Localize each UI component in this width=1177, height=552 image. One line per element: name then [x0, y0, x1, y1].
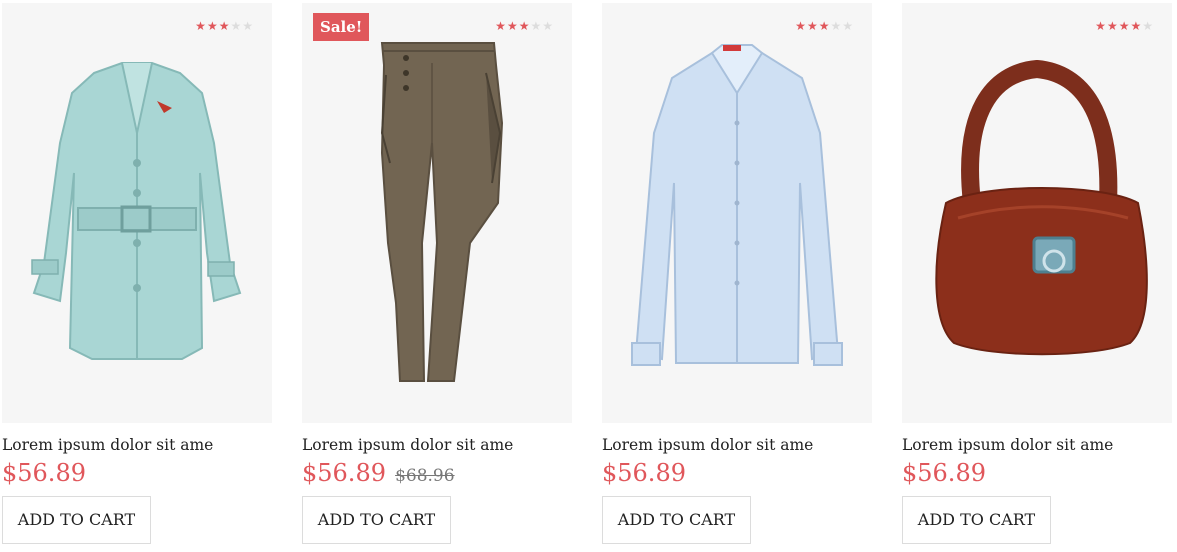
star-filled-icon: ★	[1106, 19, 1119, 33]
add-to-cart-button[interactable]: ADD TO CART	[602, 496, 751, 544]
product-card: Sale! ★★★★★ Lorem ipsum dolor sit ame $5…	[302, 3, 572, 544]
product-grid: ★★★★★ Lorem ipsum dolor sit ame $56.89 A…	[0, 0, 1177, 552]
price-row: $56.89 $68.96	[302, 458, 572, 491]
star-empty-icon: ★	[530, 19, 543, 33]
product-image-link[interactable]: ★★★★★	[2, 3, 272, 423]
product-image-link[interactable]: ★★★★★	[602, 3, 872, 423]
star-filled-icon: ★	[195, 19, 207, 33]
price-row: $56.89	[2, 458, 272, 491]
add-to-cart-button[interactable]: ADD TO CART	[302, 496, 451, 544]
star-filled-icon: ★	[1130, 19, 1143, 33]
star-filled-icon: ★	[806, 19, 819, 33]
star-empty-icon: ★	[830, 19, 843, 33]
product-title[interactable]: Lorem ipsum dolor sit ame	[302, 435, 572, 455]
product-price: $56.89	[602, 459, 686, 487]
product-title[interactable]: Lorem ipsum dolor sit ame	[902, 435, 1172, 455]
star-filled-icon: ★	[518, 19, 531, 33]
product-price: $56.89	[902, 459, 986, 487]
add-to-cart-button[interactable]: ADD TO CART	[2, 496, 151, 544]
star-filled-icon: ★	[495, 19, 507, 33]
handbag-image	[935, 59, 1148, 356]
product-title[interactable]: Lorem ipsum dolor sit ame	[602, 435, 872, 455]
rating-stars: ★★★★★	[195, 18, 254, 34]
star-empty-icon: ★	[542, 19, 554, 33]
star-filled-icon: ★	[506, 19, 519, 33]
add-to-cart-button[interactable]: ADD TO CART	[902, 496, 1051, 544]
star-filled-icon: ★	[1118, 19, 1131, 33]
product-title[interactable]: Lorem ipsum dolor sit ame	[2, 435, 272, 455]
price-row: $56.89	[902, 458, 1172, 491]
star-filled-icon: ★	[206, 19, 219, 33]
price-row: $56.89	[602, 458, 872, 491]
product-card: ★★★★★ Lorem ipsum dolor sit ame $56.89 A…	[602, 3, 872, 544]
product-image-link[interactable]: Sale! ★★★★★	[302, 3, 572, 423]
rating-stars: ★★★★★	[795, 18, 854, 34]
rating-stars: ★★★★★	[495, 18, 554, 34]
shirt-image	[631, 44, 843, 366]
product-image-link[interactable]: ★★★★★	[902, 3, 1172, 423]
star-empty-icon: ★	[1142, 19, 1154, 33]
rating-stars: ★★★★★	[1095, 18, 1154, 34]
product-price: $56.89	[2, 459, 86, 487]
star-empty-icon: ★	[242, 19, 254, 33]
coat-image	[31, 62, 242, 360]
star-filled-icon: ★	[1095, 19, 1107, 33]
star-empty-icon: ★	[230, 19, 243, 33]
product-card: ★★★★★ Lorem ipsum dolor sit ame $56.89 A…	[902, 3, 1172, 544]
sale-badge: Sale!	[313, 13, 370, 41]
star-filled-icon: ★	[818, 19, 831, 33]
pants-image	[380, 42, 504, 382]
star-filled-icon: ★	[218, 19, 231, 33]
star-empty-icon: ★	[842, 19, 854, 33]
star-filled-icon: ★	[795, 19, 807, 33]
product-price: $56.89	[302, 459, 386, 487]
product-card: ★★★★★ Lorem ipsum dolor sit ame $56.89 A…	[2, 3, 272, 544]
original-price: $68.96	[395, 466, 455, 486]
